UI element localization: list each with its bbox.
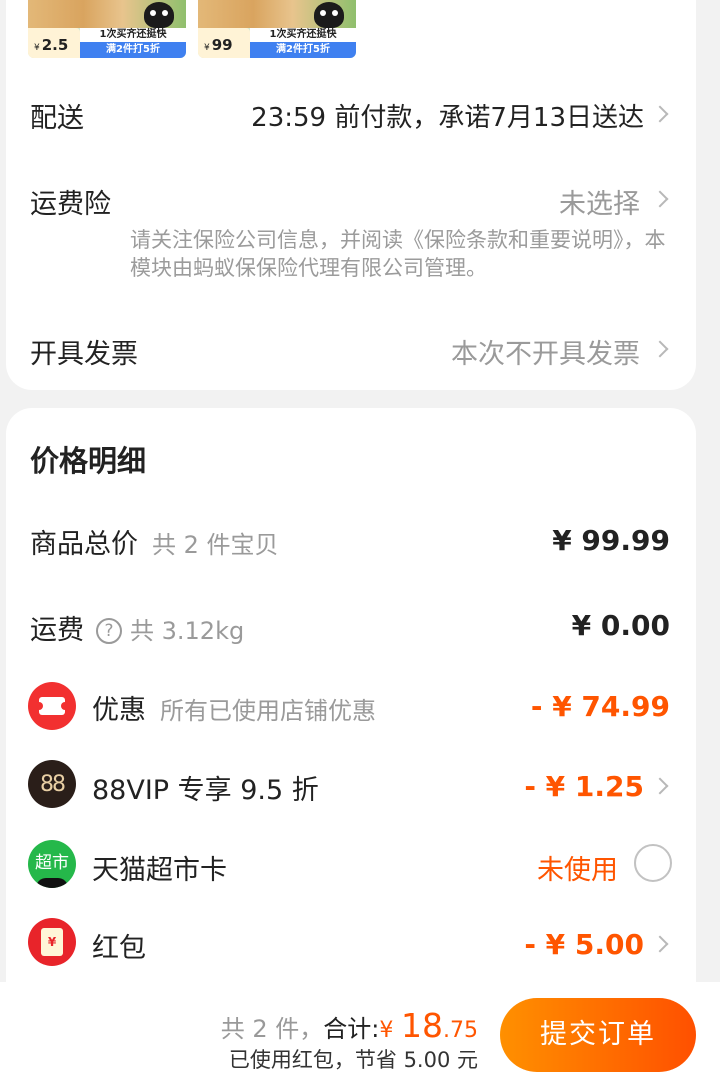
product-promo-text: 1次买齐还挺快 <box>250 28 356 42</box>
chevron-right-icon <box>651 340 669 358</box>
total-amount-decimal: .75 <box>443 1018 478 1043</box>
chevron-right-icon <box>651 935 669 953</box>
product-promo-text: 1次买齐还挺快 <box>80 28 186 42</box>
order-total-summary: 共 2 件，合计:¥ 18.75 <box>221 1006 478 1045</box>
total-currency: ¥ <box>379 1018 394 1043</box>
checkout-bar: 共 2 件，合计:¥ 18.75 已使用红包，节省 5.00 元 提交订单 <box>0 982 720 1088</box>
product-price-tag: ¥2.5 <box>28 28 80 58</box>
discount-description: 所有已使用店铺优惠 <box>160 697 376 725</box>
shipping-insurance-label: 运费险 <box>30 189 111 220</box>
invoice-value: 本次不开具发票 <box>451 339 640 370</box>
delivery-label: 配送 <box>30 103 84 134</box>
supermarket-icon: 超市 <box>28 840 76 888</box>
chevron-right-icon <box>651 777 669 795</box>
product-thumbnail[interactable]: ¥99 1次买齐还挺快 满2件打5折 <box>198 0 356 58</box>
freight-label: 运费 <box>30 615 84 646</box>
product-price-tag: ¥99 <box>198 28 250 58</box>
88vip-icon-text: 88 <box>40 771 66 797</box>
88vip-icon: 88 <box>28 760 76 808</box>
currency-symbol: ¥ <box>204 43 210 53</box>
goods-total-label: 商品总价 <box>30 529 138 560</box>
tmall-cat-icon <box>314 2 344 28</box>
invoice-label: 开具发票 <box>30 339 138 370</box>
discount-amount: - ¥ 74.99 <box>530 690 670 723</box>
discount-label-group: 优惠 所有已使用店铺优惠 <box>92 688 376 727</box>
product-price: 2.5 <box>41 36 69 54</box>
product-promo-badge: 满2件打5折 <box>250 42 356 58</box>
product-promo-badge: 满2件打5折 <box>80 42 186 58</box>
price-detail-card: 价格明细 商品总价共 2 件宝贝 ¥ 99.99 运费? 共 3.12kg ¥ 0… <box>6 408 696 998</box>
product-price: 99 <box>211 36 233 54</box>
market-card-status: 未使用 <box>537 855 618 886</box>
delivery-value: 23:59 前付款，承诺7月13日送达 <box>251 103 644 133</box>
discount-label: 优惠 <box>92 695 146 726</box>
goods-total-count: 共 2 件宝贝 <box>152 531 279 559</box>
market-card-label: 天猫超市卡 <box>92 855 227 886</box>
goods-total-amount: ¥ 99.99 <box>552 524 670 557</box>
product-thumbnail[interactable]: ¥2.5 1次买齐还挺快 满2件打5折 <box>28 0 186 58</box>
vip-label: 88VIP 专享 9.5 折 <box>92 775 319 806</box>
coupon-icon <box>28 682 76 730</box>
red-packet-label: 红包 <box>92 933 146 964</box>
freight-amount: ¥ 0.00 <box>571 609 670 642</box>
currency-symbol: ¥ <box>34 43 40 53</box>
total-label: 合计: <box>323 1015 380 1043</box>
freight-weight: 共 3.12kg <box>130 617 245 645</box>
order-options-card: ¥2.5 1次买齐还挺快 满2件打5折 ¥99 1次买齐还挺快 满2件打5折 配… <box>6 0 696 390</box>
item-count: 共 2 件， <box>220 1015 324 1043</box>
supermarket-icon-text: 超市 <box>35 852 69 873</box>
insurance-note: 请关注保险公司信息，并阅读《保险条款和重要说明》，本模块由蚂蚁保保险代理有限公司… <box>130 228 666 280</box>
submit-order-button[interactable]: 提交订单 <box>500 998 696 1072</box>
chevron-right-icon <box>651 105 669 123</box>
help-icon[interactable]: ? <box>96 618 122 644</box>
market-card-radio[interactable] <box>634 844 672 882</box>
saving-note: 已使用红包，节省 5.00 元 <box>228 1048 478 1072</box>
freight-label-group: 运费? 共 3.12kg <box>30 608 244 647</box>
goods-total-label-group: 商品总价共 2 件宝贝 <box>30 522 279 561</box>
vip-amount: - ¥ 1.25 <box>524 770 644 803</box>
chevron-right-icon <box>651 190 669 208</box>
shipping-insurance-value: 未选择 <box>559 189 640 220</box>
total-amount-integer: 18 <box>401 1006 443 1045</box>
tmall-cat-icon <box>144 2 174 28</box>
red-packet-icon-text: ¥ <box>41 928 63 956</box>
red-packet-amount: - ¥ 5.00 <box>524 928 644 961</box>
red-packet-icon: ¥ <box>28 918 76 966</box>
price-detail-title: 价格明细 <box>30 444 147 478</box>
